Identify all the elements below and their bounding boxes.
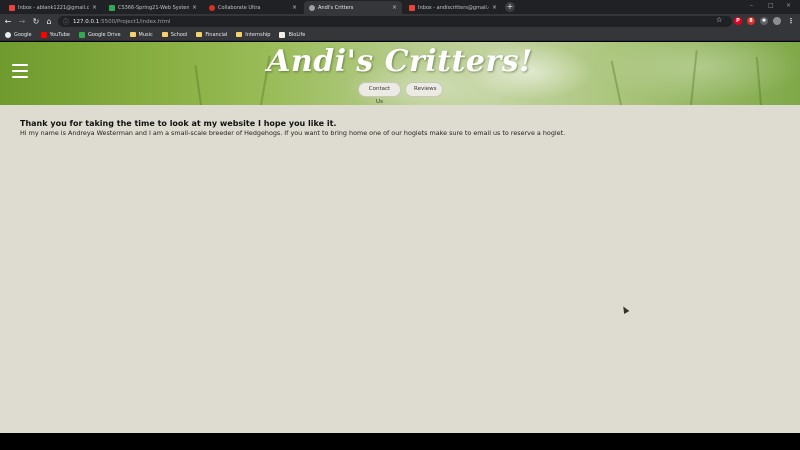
tab-title: Inbox - andiscritters@gmail.com bbox=[418, 4, 489, 11]
bookmark-biolife[interactable]: BioLife bbox=[279, 31, 306, 38]
browser-window: Inbox - ablank1221@gmail.com × CS366-Spr… bbox=[0, 0, 800, 450]
close-icon[interactable]: × bbox=[192, 4, 197, 11]
bookmark-label: Music bbox=[138, 31, 153, 38]
web-page: Andi's Critters! Contact Us Reviews Than… bbox=[0, 42, 800, 433]
bookmark-music[interactable]: Music bbox=[129, 31, 153, 38]
minimize-icon[interactable]: – bbox=[750, 2, 753, 9]
new-tab-button[interactable]: + bbox=[505, 2, 515, 12]
close-icon[interactable]: × bbox=[292, 4, 297, 11]
tab-title: Inbox - ablank1221@gmail.com bbox=[18, 4, 89, 11]
close-icon[interactable]: × bbox=[92, 4, 97, 11]
tab-strip: Inbox - ablank1221@gmail.com × CS366-Spr… bbox=[0, 0, 800, 14]
bottom-bar bbox=[0, 433, 800, 450]
close-icon[interactable]: × bbox=[392, 4, 397, 11]
bookmark-label: BioLife bbox=[288, 31, 306, 38]
bookmark-label: Google Drive bbox=[87, 31, 121, 38]
tab-collaborate[interactable]: Collaborate Ultra × bbox=[204, 1, 302, 14]
drive-icon bbox=[78, 31, 85, 38]
address-bar[interactable]: ⓘ 127.0.0.1 :5500/Project1/index.html bbox=[58, 16, 732, 27]
reload-icon[interactable]: ↻ bbox=[31, 16, 41, 27]
avatar[interactable] bbox=[773, 17, 781, 25]
drive-icon bbox=[109, 4, 115, 11]
maximize-icon[interactable]: □ bbox=[768, 2, 774, 9]
gmail-icon bbox=[9, 4, 15, 11]
collaborate-icon bbox=[209, 4, 215, 11]
puzzle-icon[interactable]: ✱ bbox=[760, 17, 768, 25]
bookmark-label: Internship bbox=[245, 31, 271, 38]
url-host: 127.0.0.1 bbox=[73, 18, 100, 25]
intro-paragraph: Hi my name is Andreya Westerman and I am… bbox=[20, 129, 566, 137]
url-path: :5500/Project1/index.html bbox=[99, 18, 171, 25]
tab-title: Collaborate Ultra bbox=[218, 4, 261, 11]
intro-heading: Thank you for taking the time to look at… bbox=[20, 119, 337, 128]
window-close-icon[interactable]: × bbox=[786, 2, 791, 9]
tab-title: CS366-Spring21-Web Systems bbox=[118, 4, 189, 11]
youtube-icon bbox=[40, 31, 47, 38]
tab-title: Andi's Critters bbox=[318, 4, 354, 11]
info-icon[interactable]: ⓘ bbox=[63, 17, 69, 26]
gmail-icon bbox=[409, 4, 415, 11]
tab-gmail-andiscritters[interactable]: Inbox - andiscritters@gmail.com × bbox=[404, 1, 502, 14]
contact-us-button[interactable]: Contact Us bbox=[358, 82, 401, 105]
reviews-button[interactable]: Reviews bbox=[405, 82, 443, 97]
site-title: Andi's Critters! bbox=[267, 44, 533, 79]
tab-cs366[interactable]: CS366-Spring21-Web Systems × bbox=[104, 1, 202, 14]
bookmark-youtube[interactable]: YouTube bbox=[40, 31, 70, 38]
bookmark-star-icon[interactable]: ☆ bbox=[716, 16, 722, 24]
globe-icon bbox=[309, 4, 315, 11]
badge-icon[interactable]: 8 bbox=[747, 17, 755, 25]
folder-icon bbox=[129, 32, 136, 37]
bookmark-label: YouTube bbox=[49, 31, 70, 38]
close-icon[interactable]: × bbox=[492, 4, 497, 11]
google-icon bbox=[5, 31, 11, 38]
bookmark-school[interactable]: School bbox=[161, 31, 188, 38]
folder-icon bbox=[236, 32, 243, 37]
bookmark-internship[interactable]: Internship bbox=[236, 32, 270, 38]
home-icon[interactable]: ⌂ bbox=[44, 16, 54, 27]
site-nav: Contact Us Reviews bbox=[358, 82, 443, 105]
tab-gmail-ablank[interactable]: Inbox - ablank1221@gmail.com × bbox=[4, 1, 102, 14]
folder-icon bbox=[196, 32, 203, 37]
menu-kebab-icon[interactable]: ⋮ bbox=[787, 17, 795, 25]
back-icon[interactable]: ← bbox=[3, 16, 13, 27]
pinterest-icon[interactable]: P bbox=[734, 17, 742, 25]
browser-toolbar: ← → ↻ ⌂ ⓘ 127.0.0.1 :5500/Project1/index… bbox=[0, 14, 800, 29]
bookmark-google-drive[interactable]: Google Drive bbox=[78, 31, 121, 38]
forward-icon[interactable]: → bbox=[17, 16, 27, 27]
header-banner: Andi's Critters! Contact Us Reviews bbox=[0, 42, 800, 106]
tab-andis-critters[interactable]: Andi's Critters × bbox=[304, 1, 402, 14]
bookmark-label: School bbox=[170, 31, 188, 38]
bookmark-google[interactable]: Google bbox=[5, 31, 32, 38]
bookmarks-bar: Google YouTube Google Drive Music School… bbox=[0, 29, 800, 41]
intro-section: Thank you for taking the time to look at… bbox=[20, 119, 780, 137]
bookmark-label: Financial bbox=[205, 31, 228, 38]
bookmark-label: Google bbox=[14, 31, 32, 38]
biolife-icon bbox=[279, 31, 286, 38]
bookmark-financial[interactable]: Financial bbox=[196, 32, 227, 38]
folder-icon bbox=[161, 32, 168, 37]
